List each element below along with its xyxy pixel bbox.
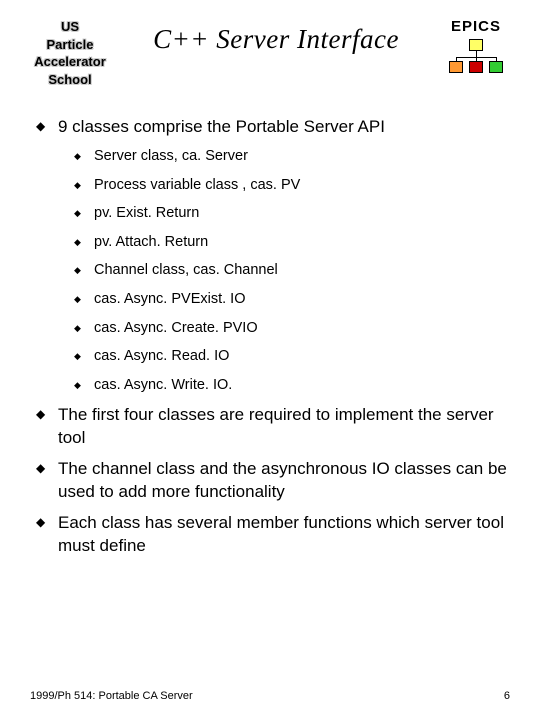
logo-line: Accelerator (30, 53, 110, 71)
sub-bullet-list: Server class, ca. Server Process variabl… (58, 147, 510, 395)
bullet-item: The first four classes are required to i… (36, 404, 510, 450)
sub-bullet-item: cas. Async. PVExist. IO (74, 290, 510, 310)
page-number: 6 (504, 690, 510, 702)
footer-left: 1999/Ph 514: Portable CA Server (30, 690, 193, 702)
bullet-text: 9 classes comprise the Portable Server A… (58, 117, 385, 136)
sub-bullet-item: cas. Async. Read. IO (74, 347, 510, 367)
sub-bullet-item: Process variable class , cas. PV (74, 176, 510, 196)
bullet-item: Each class has several member functions … (36, 512, 510, 558)
logo-line: US (30, 18, 110, 36)
sub-bullet-item: pv. Exist. Return (74, 204, 510, 224)
sub-bullet-item: pv. Attach. Return (74, 233, 510, 253)
epics-logo: EPICS (442, 18, 510, 73)
sub-bullet-item: Channel class, cas. Channel (74, 261, 510, 281)
sub-bullet-item: Server class, ca. Server (74, 147, 510, 167)
logo-line: School (30, 71, 110, 89)
slide-footer: 1999/Ph 514: Portable CA Server 6 (30, 690, 510, 702)
sub-bullet-item: cas. Async. Write. IO. (74, 376, 510, 396)
logo-line: Particle (30, 36, 110, 54)
epics-icon (448, 39, 504, 73)
slide-title: C++ Server Interface (110, 18, 442, 55)
sub-bullet-item: cas. Async. Create. PVIO (74, 319, 510, 339)
bullet-list: 9 classes comprise the Portable Server A… (30, 116, 510, 558)
slide-body: 9 classes comprise the Portable Server A… (30, 116, 510, 558)
epics-label: EPICS (442, 18, 510, 35)
slide-header: US Particle Accelerator School C++ Serve… (30, 18, 510, 88)
uspas-logo: US Particle Accelerator School (30, 18, 110, 88)
bullet-item: 9 classes comprise the Portable Server A… (36, 116, 510, 395)
bullet-item: The channel class and the asynchronous I… (36, 458, 510, 504)
